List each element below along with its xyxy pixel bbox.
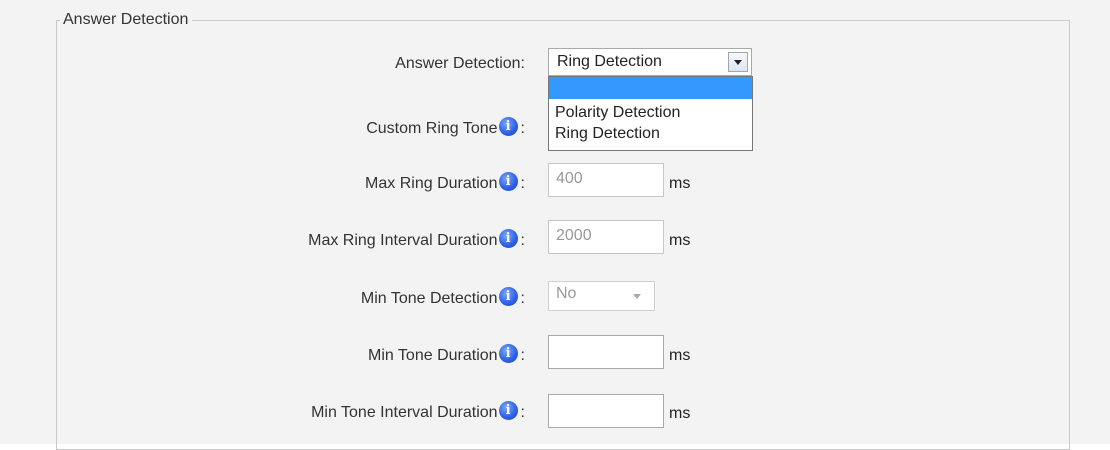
label-colon: :: [520, 232, 525, 249]
answer-detection-label: Answer Detection:: [395, 54, 525, 74]
max-ring-duration-label: Max Ring Duration i :: [365, 171, 525, 194]
min-tone-interval-duration-input[interactable]: [548, 394, 664, 428]
min-tone-detection-label-text: Min Tone Detection: [360, 290, 498, 307]
label-colon: :: [520, 290, 525, 307]
info-icon[interactable]: i: [498, 400, 518, 420]
custom-ring-tone-label: Custom Ring Tone i :: [366, 116, 525, 139]
max-ring-duration-unit: ms: [669, 175, 691, 192]
info-icon[interactable]: i: [498, 228, 518, 248]
min-tone-duration-label: Min Tone Duration i :: [367, 343, 525, 366]
dropdown-option-empty[interactable]: [549, 77, 752, 99]
dropdown-option-polarity-detection[interactable]: Polarity Detection: [549, 102, 752, 124]
max-ring-interval-duration-label: Max Ring Interval Duration i :: [308, 228, 525, 251]
max-ring-interval-duration-label-text: Max Ring Interval Duration: [308, 232, 498, 249]
min-tone-duration-input[interactable]: [548, 335, 664, 369]
max-ring-interval-duration-input[interactable]: 2000: [548, 220, 664, 254]
min-tone-duration-unit: ms: [669, 347, 691, 364]
info-icon[interactable]: i: [498, 343, 518, 363]
chevron-down-icon: [633, 294, 641, 299]
min-tone-detection-selected-value: No: [556, 285, 577, 302]
max-ring-duration-label-text: Max Ring Duration: [365, 175, 498, 192]
label-colon: :: [520, 120, 525, 137]
label-colon: :: [520, 404, 525, 421]
min-tone-interval-duration-label: Min Tone Interval Duration i :: [311, 400, 525, 423]
max-ring-duration-input[interactable]: 400: [548, 163, 664, 197]
dropdown-option-ring-detection[interactable]: Ring Detection: [549, 123, 752, 145]
info-icon[interactable]: i: [498, 171, 518, 191]
info-icon[interactable]: i: [498, 116, 518, 136]
min-tone-duration-label-text: Min Tone Duration: [367, 347, 498, 364]
min-tone-interval-duration-label-text: Min Tone Interval Duration: [311, 404, 498, 421]
info-icon[interactable]: i: [498, 286, 518, 306]
answer-detection-selected-value: Ring Detection: [557, 53, 662, 70]
min-tone-detection-label: Min Tone Detection i :: [360, 286, 525, 309]
chevron-down-icon[interactable]: [728, 52, 748, 72]
custom-ring-tone-label-text: Custom Ring Tone: [366, 120, 498, 137]
min-tone-interval-duration-unit: ms: [669, 405, 691, 422]
min-tone-detection-select[interactable]: No: [548, 281, 655, 311]
answer-detection-select[interactable]: Ring Detection: [548, 48, 752, 76]
label-colon: :: [520, 175, 525, 192]
answer-detection-dropdown: Polarity Detection Ring Detection: [548, 76, 753, 151]
fieldset-legend: Answer Detection: [60, 10, 193, 30]
answer-detection-label-text: Answer Detection:: [395, 55, 525, 72]
max-ring-interval-duration-unit: ms: [669, 232, 691, 249]
label-colon: :: [520, 347, 525, 364]
